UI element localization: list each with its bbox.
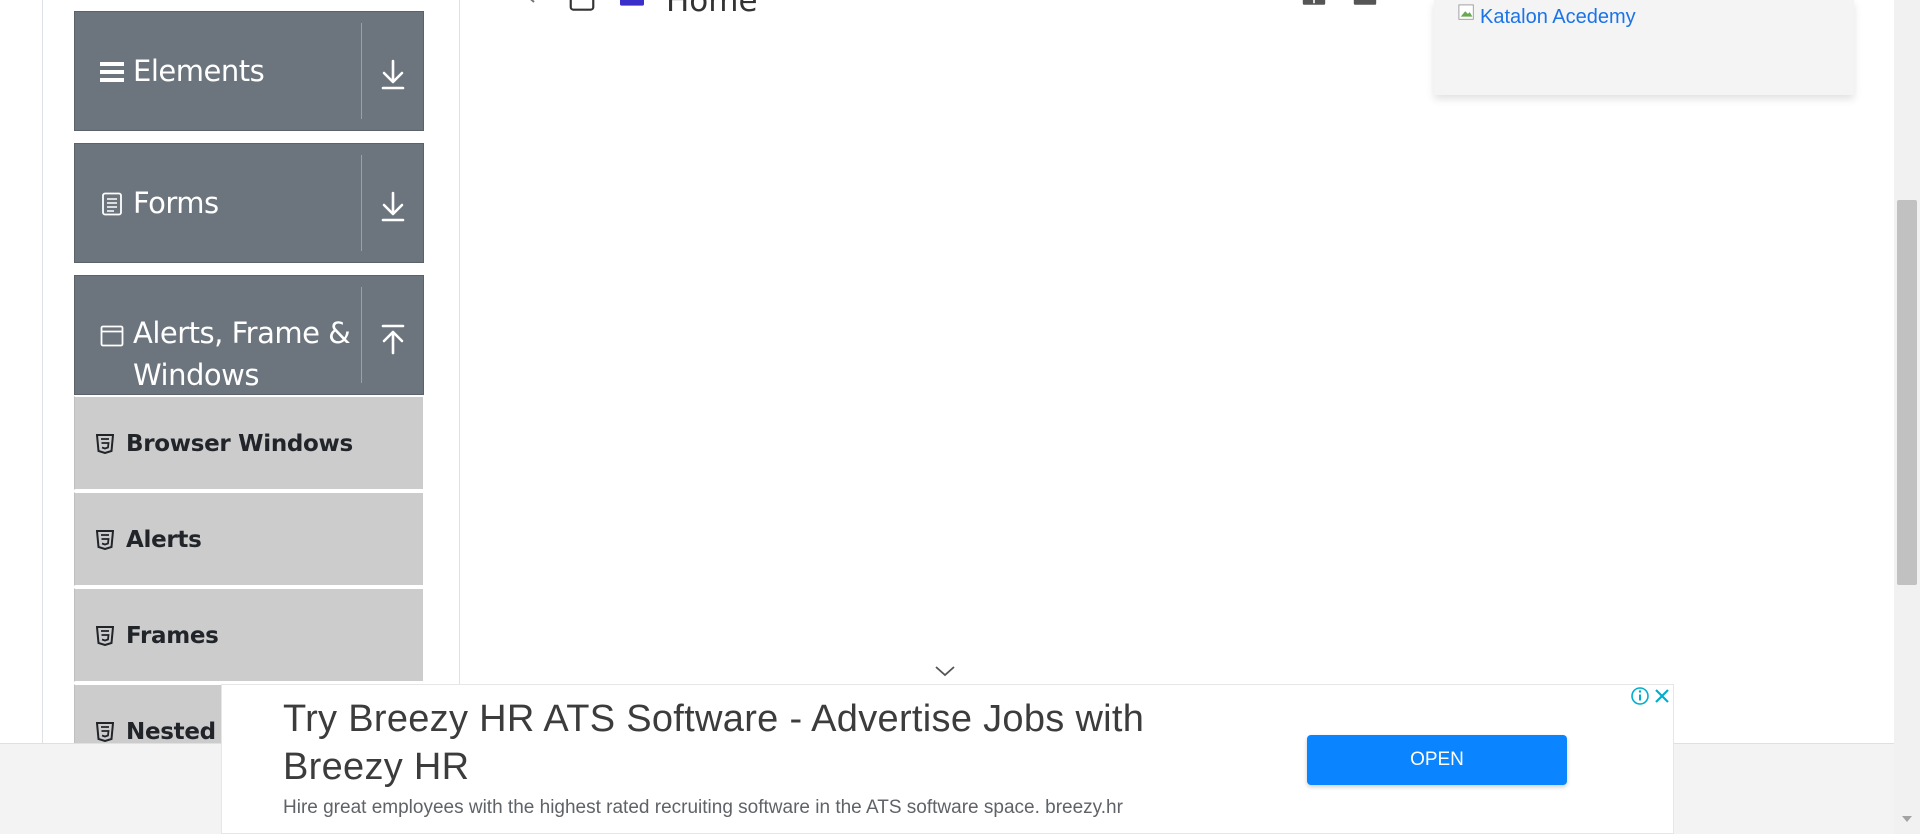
window-icon (100, 325, 124, 347)
group-title-elements: Elements (133, 54, 265, 88)
scroll-down-arrow-icon[interactable] (1900, 812, 1914, 826)
upload-arrow-icon[interactable] (373, 319, 413, 359)
sidebar-item-label: Browser Windows (126, 431, 353, 457)
tree-node-home[interactable]: Home (666, 0, 758, 19)
ad-headline[interactable]: Try Breezy HR ATS Software - Advertise J… (283, 695, 1273, 791)
ad-info-icon[interactable] (1629, 685, 1651, 707)
group-header-forms[interactable]: Forms (74, 143, 424, 263)
expand-all-icon[interactable] (1300, 0, 1328, 8)
group-divider (361, 155, 362, 251)
ad-open-button[interactable]: OPEN (1307, 735, 1567, 785)
chevron-down-icon[interactable] (934, 664, 956, 678)
group-divider (361, 287, 362, 383)
katalon-academy-link[interactable]: Katalon Acedemy (1480, 6, 1636, 29)
group-title-alerts-frame-windows: Alerts, Frame & Windows (133, 312, 351, 396)
tree-expand-chevron-icon[interactable] (520, 0, 540, 12)
html5-icon (96, 722, 114, 742)
ad-banner[interactable]: Try Breezy HR ATS Software - Advertise J… (221, 684, 1674, 834)
page-scrollbar-thumb[interactable] (1897, 200, 1917, 585)
html5-icon (96, 530, 114, 550)
hamburger-icon (100, 62, 124, 82)
group-header-elements[interactable]: Elements (74, 11, 424, 131)
collapse-all-icon[interactable] (1351, 0, 1379, 8)
sidebar-item-alerts[interactable]: Alerts (74, 492, 424, 586)
ad-close-icon[interactable] (1651, 685, 1673, 707)
group-divider (361, 23, 362, 119)
sidebar-item-browser-windows[interactable]: Browser Windows (74, 396, 424, 490)
document-icon (102, 192, 122, 216)
group-header-alerts-frame-windows[interactable]: Alerts, Frame & Windows (74, 275, 424, 395)
group-title-forms: Forms (133, 186, 219, 220)
sidebar-item-label: Alerts (126, 527, 202, 553)
html5-icon (96, 626, 114, 646)
download-arrow-icon[interactable] (373, 55, 413, 95)
tree-checkbox-icon[interactable] (567, 0, 597, 14)
sidebar-item-frames[interactable]: Frames (74, 588, 424, 682)
tree-folder-icon (620, 0, 644, 6)
download-arrow-icon[interactable] (373, 187, 413, 227)
broken-image-icon (1458, 4, 1474, 20)
ad-description: Hire great employees with the highest ra… (283, 797, 1123, 818)
sidebar-item-label: Frames (126, 623, 219, 649)
html5-icon (96, 434, 114, 454)
group-title-line-1: Alerts, Frame & (133, 316, 351, 350)
group-title-line-2: Windows (133, 358, 259, 392)
